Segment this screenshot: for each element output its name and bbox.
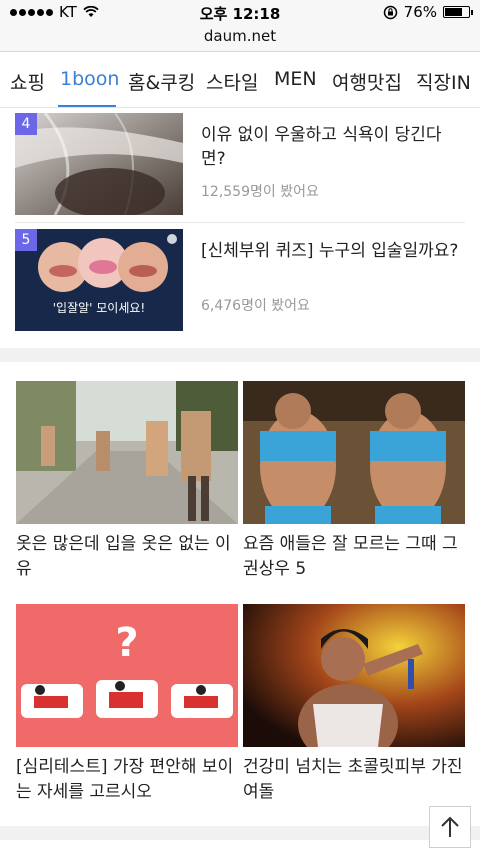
section-separator [0,826,480,840]
card-title: [심리테스트] 가장 편안해 보이는 자세를 고르시오 [16,757,234,802]
status-bar: KT 오후 12:18 76% [0,0,480,24]
battery-percent: 76% [403,3,437,21]
divider [15,222,465,223]
article-card[interactable]: 옷은 많은데 입을 옷은 없는 이유 [16,381,238,582]
thumbnail: '입잘알' 모이세요! 5 [15,229,183,331]
ranked-item[interactable]: 4 이유 없이 우울하고 식욕이 당긴다면? 12,559명이 봤어요 [15,113,465,215]
scroll-to-top-button[interactable] [429,806,471,848]
ranked-item[interactable]: '입잘알' 모이세요! 5 [신체부위 퀴즈] 누구의 입술일까요? 6,476… [15,229,465,331]
card-title: 건강미 넘치는 초콜릿피부 가진 여돌 [243,757,463,802]
section-separator [0,348,480,362]
item-title: [신체부위 퀴즈] 누구의 입술일까요? [201,241,459,261]
svg-text:?: ? [115,620,138,666]
tab-1boon[interactable]: 1boon [60,68,119,90]
article-card[interactable]: 요즘 애들은 잘 모르는 그때 그 권상우 5 [243,381,465,582]
battery-icon [443,6,473,18]
card-image [243,381,465,524]
rotation-lock-icon [383,5,397,19]
tab-home-cooking[interactable]: 홈&쿠킹 [128,68,195,95]
item-title: 이유 없이 우울하고 식욕이 당긴다면? [201,125,442,169]
view-count: 6,476명이 봤어요 [201,298,310,314]
article-card[interactable]: 건강미 넘치는 초콜릿피부 가진 여돌 [243,604,465,805]
tab-men[interactable]: MEN [274,68,317,90]
tab-style[interactable]: 스타일 [206,68,258,95]
card-image [16,381,238,524]
rank-badge: 4 [15,113,37,135]
thumbnail: 4 [15,113,183,215]
tab-work[interactable]: 직장IN [416,68,471,95]
category-tabs: 쇼핑 1boon 홈&쿠킹 스타일 MEN 여행맛집 직장IN [0,52,480,108]
card-title: 옷은 많은데 입을 옷은 없는 이유 [16,534,231,579]
article-card[interactable]: ? [심리테스트] 가장 편안해 보이는 자세를 고르시오 [16,604,238,805]
rank-badge: 5 [15,229,37,251]
card-image: ? [16,604,238,747]
thumbnail-caption: '입잘알' 모이세요! [52,301,146,315]
tab-travel-food[interactable]: 여행맛집 [332,68,402,95]
tab-shopping[interactable]: 쇼핑 [10,68,45,95]
status-right: 76% [383,3,473,21]
address-bar[interactable]: daum.net [0,24,480,52]
active-tab-indicator [58,105,116,107]
view-count: 12,559명이 봤어요 [201,184,319,200]
card-image [243,604,465,747]
card-title: 요즘 애들은 잘 모르는 그때 그 권상우 5 [243,534,458,579]
arrow-up-icon [441,816,459,837]
